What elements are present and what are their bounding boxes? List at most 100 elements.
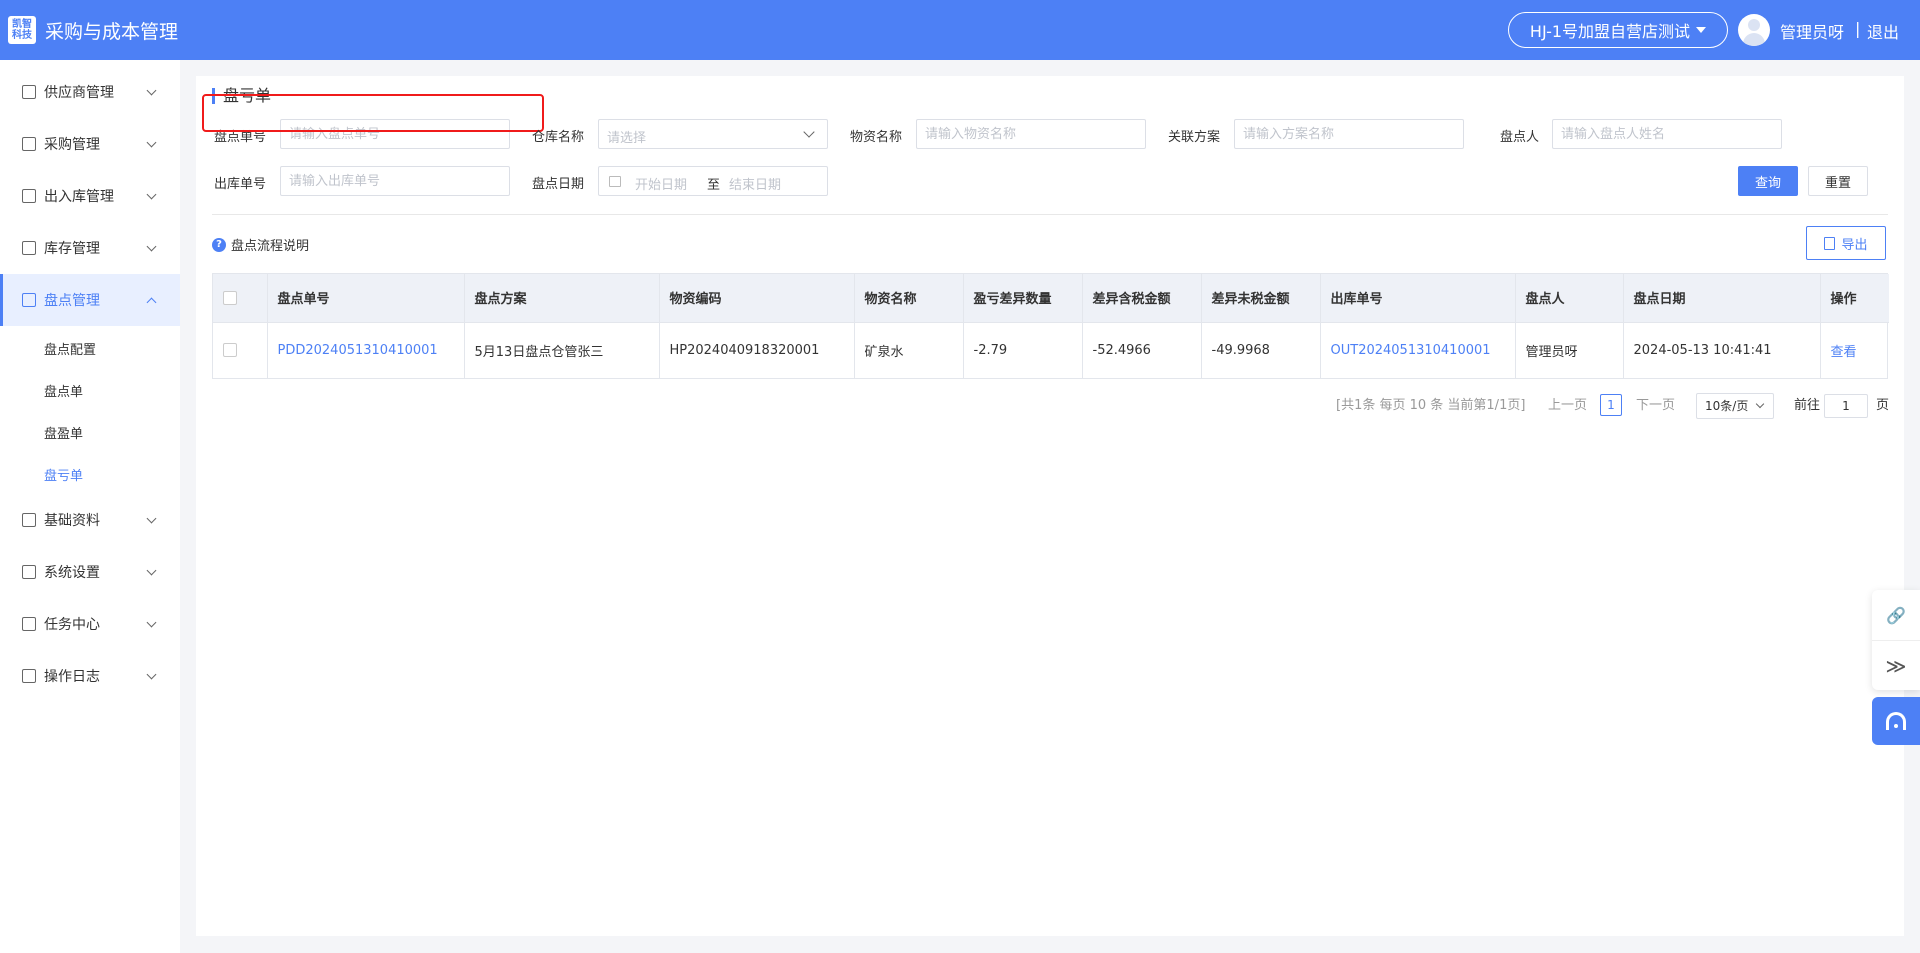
page-size-value: 10条/页 <box>1705 399 1749 413</box>
gear-icon <box>22 565 36 579</box>
divider <box>212 214 1888 215</box>
sidebar-item-purchase[interactable]: 采购管理 <box>0 118 180 170</box>
chevron-down-icon <box>146 241 157 251</box>
logo-text-line1: 凯智 <box>12 19 32 30</box>
chevron-up-icon <box>146 297 157 307</box>
outbound-label: 出库单号 <box>214 177 267 192</box>
logout-link[interactable]: 退出 <box>1867 19 1899 43</box>
sidebar-item-tasks[interactable]: 任务中心 <box>0 598 180 650</box>
stocktake-icon <box>22 293 36 307</box>
chevron-down-icon <box>146 85 157 95</box>
view-link[interactable]: 查看 <box>1820 321 1889 378</box>
sidebar-item-label: 出入库管理 <box>44 189 114 205</box>
main-panel: 盘亏单 盘点单号 仓库名称 请选择 物资名称 关联方案 盘点人 出库单号 盘点日… <box>196 76 1904 936</box>
app-title: 采购与成本管理 <box>45 20 179 43</box>
sidebar-item-label: 基础资料 <box>44 513 100 529</box>
date-end-placeholder[interactable]: 结束日期 <box>729 174 781 193</box>
column-header[interactable]: 差异含税金额 <box>1082 274 1202 322</box>
sidebar-sub-surplus-order[interactable]: 盘盈单 <box>44 423 83 442</box>
username[interactable]: 管理员呀 <box>1780 19 1844 43</box>
warehouse-select[interactable]: 请选择 <box>598 119 828 149</box>
count-no-input[interactable] <box>280 119 510 149</box>
material-code-cell: HP2024040918320001 <box>659 321 855 378</box>
goto-page-input[interactable] <box>1824 394 1868 418</box>
plan-input[interactable] <box>1234 119 1464 149</box>
sidebar-item-label: 盘点管理 <box>44 293 100 309</box>
column-header[interactable]: 盘点人 <box>1515 274 1624 322</box>
header-separator: | <box>1855 19 1861 38</box>
column-header[interactable]: 出库单号 <box>1320 274 1516 322</box>
column-header[interactable]: 盘点日期 <box>1623 274 1821 322</box>
column-header[interactable]: 物资名称 <box>854 274 964 322</box>
page-number-current[interactable]: 1 <box>1600 394 1622 416</box>
column-header[interactable]: 盈亏差异数量 <box>963 274 1083 322</box>
chevron-down-icon <box>1755 399 1765 409</box>
log-icon <box>22 669 36 683</box>
sidebar-item-inout[interactable]: 出入库管理 <box>0 170 180 222</box>
material-input[interactable] <box>916 119 1146 149</box>
sidebar-item-label: 库存管理 <box>44 241 100 257</box>
count-date-cell: 2024-05-13 10:41:41 <box>1623 321 1821 378</box>
company-logo: 凯智 科技 <box>8 16 36 44</box>
table-header-row: 盘点单号 盘点方案 物资编码 物资名称 盈亏差异数量 差异含税金额 差异未税金额… <box>213 274 1889 322</box>
sidebar-item-label: 采购管理 <box>44 137 100 153</box>
counter-input[interactable] <box>1552 119 1782 149</box>
sidebar-sub-loss-order[interactable]: 盘亏单 <box>44 465 83 484</box>
supplier-icon <box>22 85 36 99</box>
headset-icon <box>1886 712 1906 730</box>
reset-button[interactable]: 重置 <box>1808 166 1868 196</box>
page-suffix: 页 <box>1876 398 1890 413</box>
row-checkbox[interactable] <box>223 343 237 358</box>
avatar[interactable] <box>1738 14 1770 46</box>
column-header[interactable]: 盘点单号 <box>267 274 465 322</box>
row-select-cell <box>213 321 268 378</box>
material-label: 物资名称 <box>850 130 903 145</box>
sidebar-item-supplier[interactable]: 供应商管理 <box>0 66 180 118</box>
question-icon: ? <box>212 237 226 252</box>
outbound-input[interactable] <box>280 166 510 196</box>
count-no-label: 盘点单号 <box>214 130 267 145</box>
sidebar-item-label: 系统设置 <box>44 565 100 581</box>
sidebar-sub-count-config[interactable]: 盘点配置 <box>44 339 96 358</box>
sidebar-sub-count-order[interactable]: 盘点单 <box>44 381 83 400</box>
warehouse-label: 仓库名称 <box>532 130 585 145</box>
sidebar-item-settings[interactable]: 系统设置 <box>0 546 180 598</box>
next-page-button[interactable]: 下一页 <box>1636 394 1675 413</box>
process-help-link[interactable]: ? 盘点流程说明 <box>212 235 309 254</box>
double-chevron-right-icon[interactable]: ≫ <box>1872 640 1920 690</box>
sidebar: 供应商管理 采购管理 出入库管理 库存管理 盘点管理 盘点配置 盘点单 盘盈单 … <box>0 60 180 953</box>
column-header[interactable]: 差异未税金额 <box>1201 274 1321 322</box>
column-header[interactable]: 物资编码 <box>659 274 855 322</box>
chevron-down-icon <box>146 137 157 147</box>
store-selector[interactable]: HJ-1号加盟自营店测试 <box>1508 12 1728 48</box>
diff-tax-amount-cell: -52.4966 <box>1082 321 1202 378</box>
outbound-no-link[interactable]: OUT2024051310410001 <box>1320 321 1516 378</box>
column-header[interactable]: 盘点方案 <box>464 274 660 322</box>
chevron-down-icon <box>803 126 815 138</box>
export-button[interactable]: 导出 <box>1806 226 1886 260</box>
export-label: 导出 <box>1841 237 1868 253</box>
basic-data-icon <box>22 513 36 527</box>
purchase-icon <box>22 137 36 151</box>
prev-page-button[interactable]: 上一页 <box>1548 394 1587 413</box>
customer-service-button[interactable] <box>1872 697 1920 745</box>
column-header[interactable]: 操作 <box>1820 274 1889 322</box>
date-label: 盘点日期 <box>532 177 585 192</box>
select-all-checkbox[interactable] <box>223 290 237 305</box>
date-range-picker[interactable]: 开始日期 至 结束日期 <box>598 166 828 196</box>
date-start-placeholder[interactable]: 开始日期 <box>635 174 687 193</box>
page-size-select[interactable]: 10条/页 <box>1696 393 1774 419</box>
count-no-link[interactable]: PDD2024051310410001 <box>267 321 465 378</box>
help-text: 盘点流程说明 <box>231 239 310 254</box>
sidebar-item-basic-data[interactable]: 基础资料 <box>0 494 180 546</box>
floating-toolbar: 🔗 ≫ <box>1872 590 1920 690</box>
sidebar-item-stocktake[interactable]: 盘点管理 <box>0 274 180 326</box>
query-button[interactable]: 查询 <box>1738 166 1798 196</box>
link-icon[interactable]: 🔗 <box>1872 590 1920 640</box>
chevron-down-icon <box>146 669 157 679</box>
diff-qty-cell: -2.79 <box>963 321 1083 378</box>
sidebar-item-inventory[interactable]: 库存管理 <box>0 222 180 274</box>
plan-cell: 5月13日盘点仓管张三 <box>464 321 660 378</box>
chevron-down-icon <box>146 189 157 199</box>
sidebar-item-logs[interactable]: 操作日志 <box>0 650 180 702</box>
